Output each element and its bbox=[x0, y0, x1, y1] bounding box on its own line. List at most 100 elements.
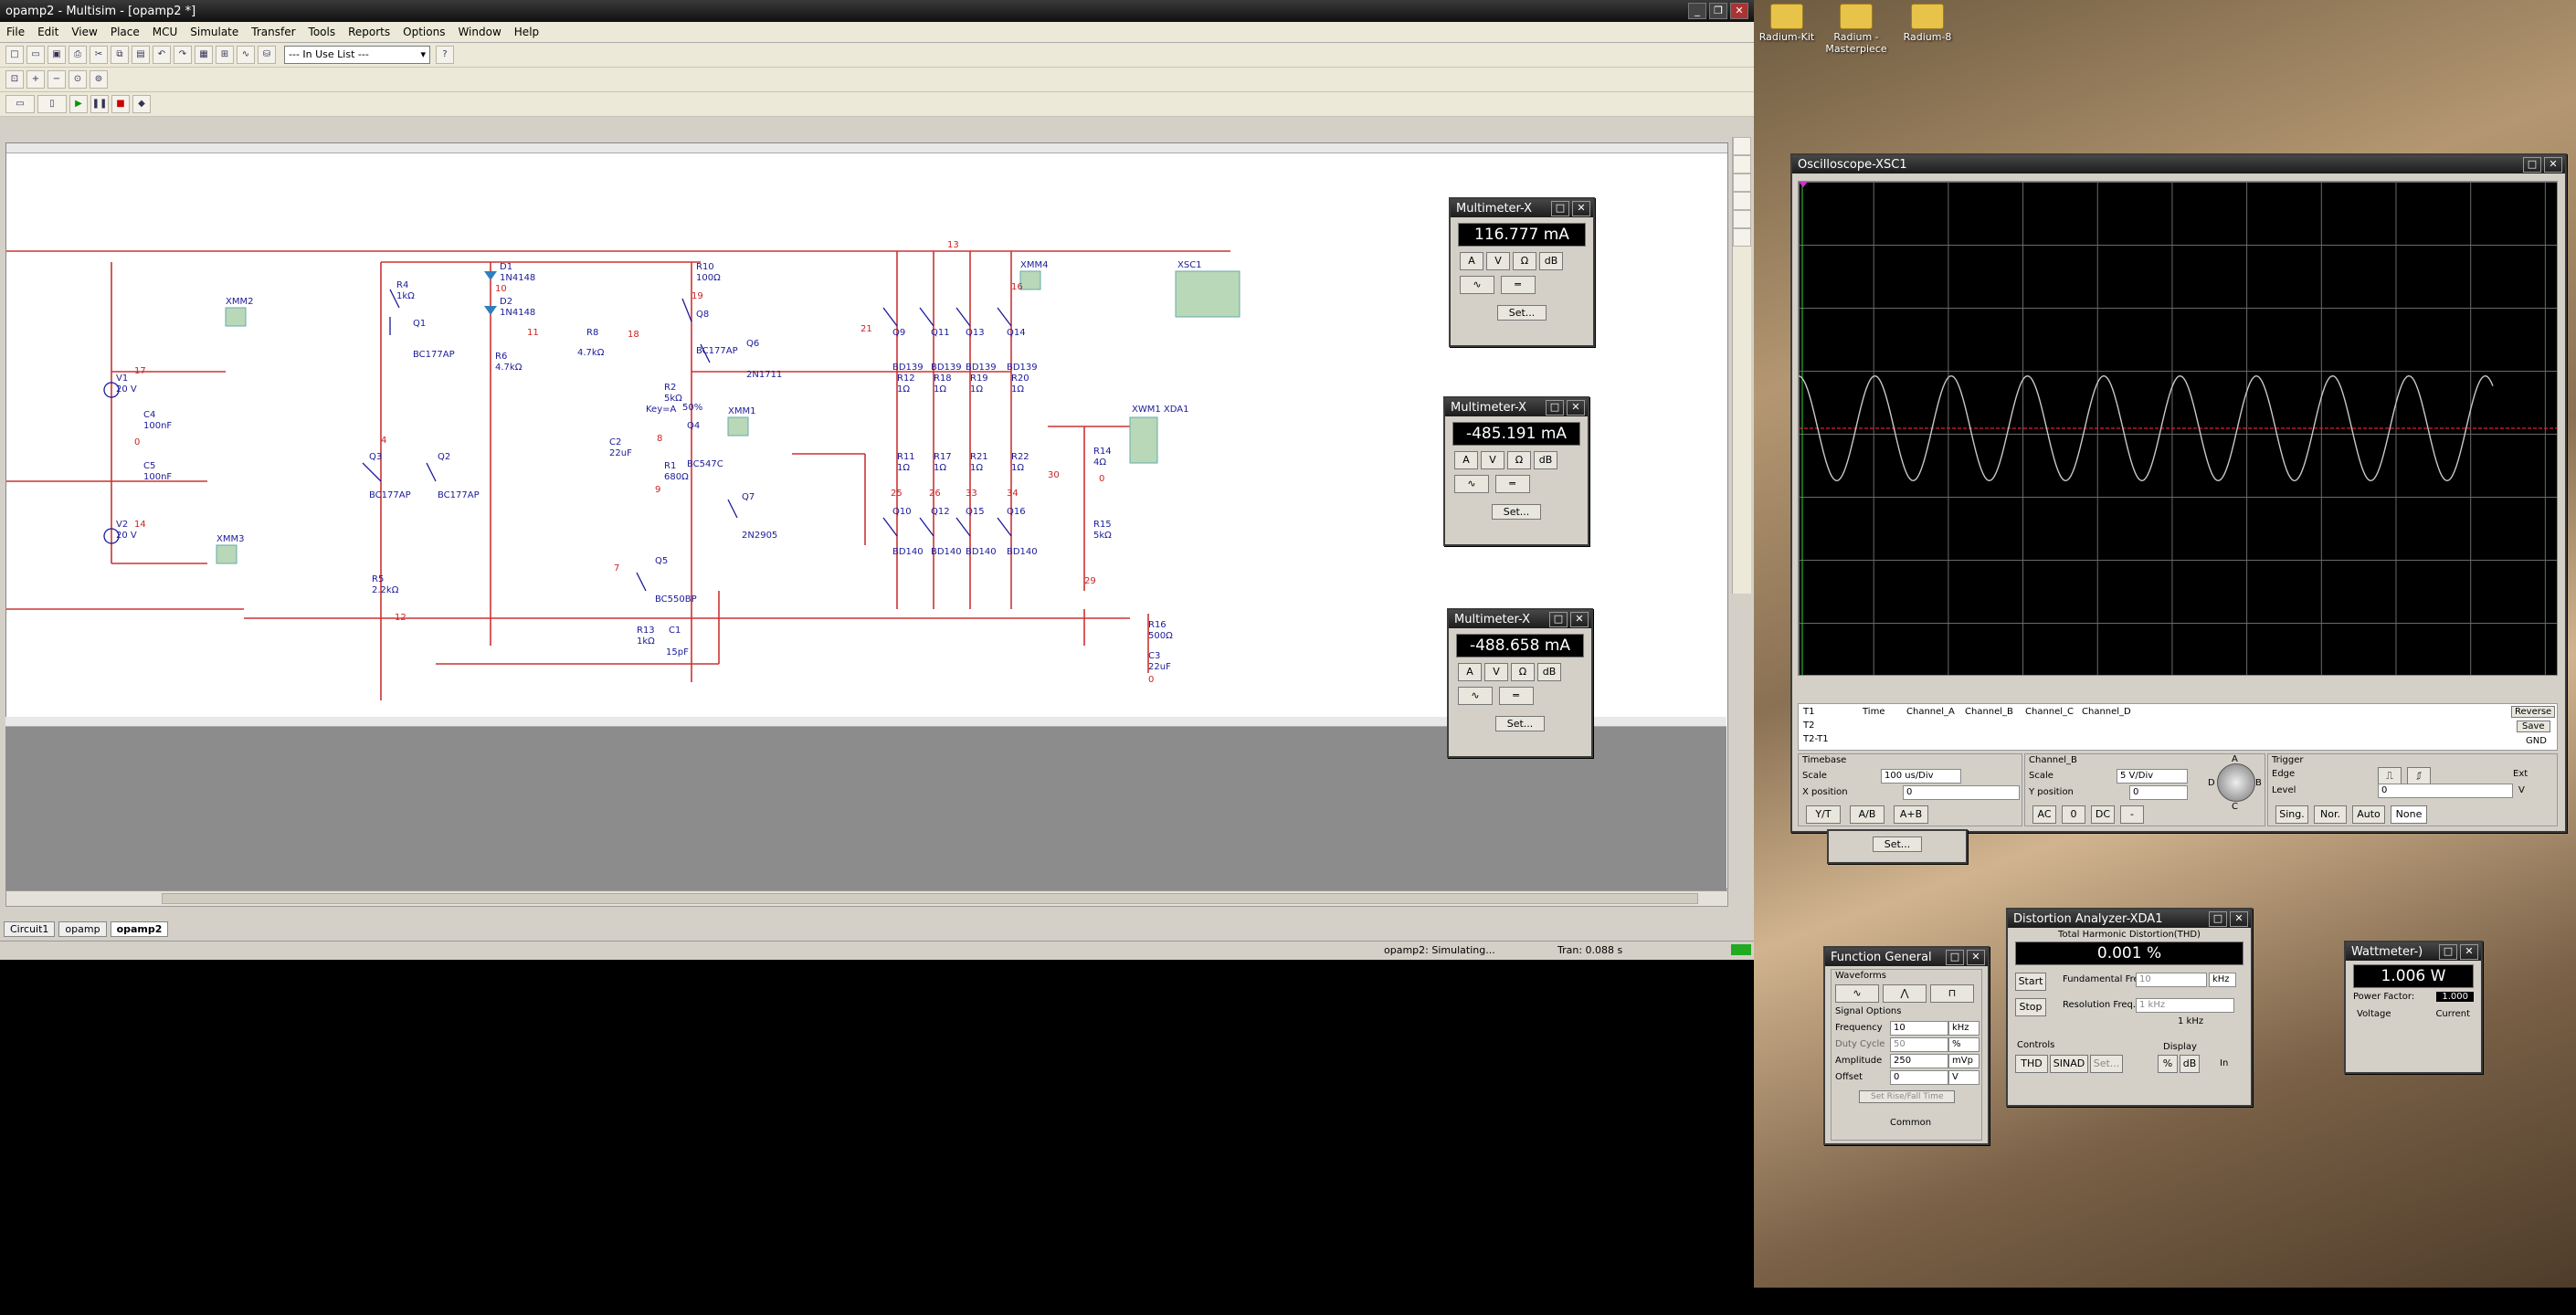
maximize-button[interactable]: □ bbox=[1946, 949, 1964, 965]
multimeter-set-button[interactable]: Set... bbox=[1491, 504, 1542, 520]
zoom-full-icon[interactable]: ⊚ bbox=[90, 70, 108, 89]
thd-mode-button[interactable]: THD bbox=[2015, 1055, 2048, 1073]
close-button[interactable]: ✕ bbox=[1967, 949, 1985, 965]
tab-opamp[interactable]: opamp bbox=[58, 920, 107, 937]
resolution-freq-dropdown[interactable]: 1 kHz bbox=[2136, 998, 2234, 1013]
stop-button[interactable]: Stop bbox=[2015, 998, 2046, 1016]
horizontal-scrollbar[interactable] bbox=[5, 890, 1728, 907]
copy-icon[interactable]: ⧉ bbox=[111, 46, 129, 64]
maximize-button[interactable]: □ bbox=[2209, 910, 2227, 927]
partial-set-button[interactable]: Set... bbox=[1872, 836, 1923, 852]
close-button[interactable]: ✕ bbox=[1572, 200, 1590, 216]
new-icon[interactable]: □ bbox=[5, 46, 24, 64]
dc-mode-button[interactable]: ═ bbox=[1494, 475, 1530, 493]
pause-icon[interactable]: ❚❚ bbox=[90, 95, 109, 113]
yt-mode-button[interactable]: Y/T bbox=[1806, 805, 1841, 824]
paste-icon[interactable]: ▤ bbox=[132, 46, 150, 64]
maximize-button[interactable]: □ bbox=[1546, 399, 1564, 416]
dc-coupling-button[interactable]: DC bbox=[2091, 805, 2115, 824]
undo-icon[interactable]: ↶ bbox=[153, 46, 171, 64]
oscilloscope-instrument-icon[interactable] bbox=[1733, 192, 1751, 210]
save-icon[interactable]: ▣ bbox=[48, 46, 66, 64]
distortion-analyzer-instrument-icon[interactable] bbox=[1733, 228, 1751, 247]
voltmeter-button[interactable]: V bbox=[1484, 663, 1508, 681]
ammeter-button[interactable]: A bbox=[1460, 252, 1483, 270]
fundamental-freq-field[interactable]: 10 bbox=[2136, 973, 2207, 987]
ac-mode-button[interactable]: ∿ bbox=[1458, 687, 1493, 705]
ohmmeter-button[interactable]: Ω bbox=[1513, 252, 1536, 270]
ac-coupling-button[interactable]: AC bbox=[2032, 805, 2056, 824]
db-button[interactable]: dB bbox=[1534, 451, 1557, 469]
zero-coupling-button[interactable]: 0 bbox=[2062, 805, 2085, 824]
none-trigger-button[interactable]: None bbox=[2391, 805, 2427, 824]
menu-window[interactable]: Window bbox=[451, 26, 507, 38]
channel-selector-knob[interactable] bbox=[2217, 763, 2255, 802]
save-button[interactable]: Save bbox=[2517, 721, 2550, 732]
voltmeter-button[interactable]: V bbox=[1486, 252, 1510, 270]
wattmeter-instrument-icon[interactable] bbox=[1733, 174, 1751, 192]
tab-opamp2[interactable]: opamp2 bbox=[110, 920, 169, 937]
menu-file[interactable]: File bbox=[0, 26, 31, 38]
pause-switch-icon[interactable]: ▯ bbox=[37, 95, 67, 113]
sim-switch-icon[interactable]: ▭ bbox=[5, 95, 35, 113]
close-button[interactable]: ✕ bbox=[1567, 399, 1585, 416]
minimize-button[interactable]: _ bbox=[1688, 3, 1706, 19]
sinad-mode-button[interactable]: SINAD bbox=[2050, 1055, 2088, 1073]
start-button[interactable]: Start bbox=[2015, 973, 2046, 991]
bode-plotter-instrument-icon[interactable] bbox=[1733, 210, 1751, 228]
menu-place[interactable]: Place bbox=[104, 26, 146, 38]
db-display-button[interactable]: dB bbox=[2180, 1055, 2200, 1073]
desktop-icon-radium-kit[interactable]: Radium-Kit bbox=[1754, 4, 1823, 43]
scrollbar-thumb[interactable] bbox=[162, 893, 1698, 904]
dc-mode-button[interactable]: ═ bbox=[1498, 687, 1534, 705]
component-icon[interactable]: ⊞ bbox=[216, 46, 234, 64]
channel-scale-field[interactable]: 5 V/Div bbox=[2117, 769, 2188, 784]
desktop-icon-radium-masterpiece[interactable]: Radium - Masterpiece bbox=[1820, 4, 1893, 55]
in-use-list-dropdown[interactable]: --- In Use List --- ▾ bbox=[284, 46, 430, 64]
multimeter-instrument-icon[interactable] bbox=[1733, 137, 1751, 155]
zoom-in-icon[interactable]: + bbox=[26, 70, 45, 89]
oscilloscope-display[interactable] bbox=[1798, 181, 2558, 676]
offset-unit[interactable]: V bbox=[1948, 1070, 1980, 1085]
aplusb-mode-button[interactable]: A+B bbox=[1894, 805, 1928, 824]
duty-cycle-field[interactable]: 50 bbox=[1890, 1037, 1948, 1052]
timebase-xpos-field[interactable]: 0 bbox=[1903, 785, 2020, 800]
single-trigger-button[interactable]: Sing. bbox=[2275, 805, 2308, 824]
desktop-icon-radium-8[interactable]: Radium-8 bbox=[1891, 4, 1964, 43]
help-icon[interactable]: ? bbox=[436, 46, 454, 64]
stop-icon[interactable]: ■ bbox=[111, 95, 130, 113]
frequency-unit[interactable]: kHz bbox=[1948, 1021, 1980, 1036]
voltmeter-button[interactable]: V bbox=[1481, 451, 1504, 469]
menu-view[interactable]: View bbox=[65, 26, 103, 38]
multimeter-set-button[interactable]: Set... bbox=[1496, 305, 1547, 321]
restore-button[interactable]: ❐ bbox=[1709, 3, 1727, 19]
ohmmeter-button[interactable]: Ω bbox=[1511, 663, 1535, 681]
probe-icon[interactable]: ◆ bbox=[132, 95, 151, 113]
reverse-button[interactable]: Reverse bbox=[2511, 706, 2556, 718]
open-icon[interactable]: ▭ bbox=[26, 46, 45, 64]
dc-mode-button[interactable]: ═ bbox=[1500, 276, 1536, 294]
menu-options[interactable]: Options bbox=[396, 26, 451, 38]
maximize-button[interactable]: □ bbox=[1551, 200, 1569, 216]
triangle-wave-icon[interactable]: ⋀ bbox=[1883, 984, 1927, 1003]
zoom-fit-icon[interactable]: ⊙ bbox=[69, 70, 87, 89]
tab-circuit1[interactable]: Circuit1 bbox=[4, 920, 56, 937]
ammeter-button[interactable]: A bbox=[1458, 663, 1482, 681]
cut-icon[interactable]: ✂ bbox=[90, 46, 108, 64]
db-button[interactable]: dB bbox=[1539, 252, 1563, 270]
zoom-out-icon[interactable]: − bbox=[48, 70, 66, 89]
analysis-icon[interactable]: ∿ bbox=[237, 46, 255, 64]
falling-edge-icon[interactable]: ⎎ bbox=[2407, 767, 2431, 785]
database-icon[interactable]: ⛁ bbox=[258, 46, 276, 64]
print-icon[interactable]: ⎙ bbox=[69, 46, 87, 64]
zoom-area-icon[interactable]: ⊡ bbox=[5, 70, 24, 89]
close-button[interactable]: ✕ bbox=[1570, 611, 1589, 627]
invert-button[interactable]: - bbox=[2120, 805, 2144, 824]
grapher-icon[interactable]: ▦ bbox=[195, 46, 213, 64]
ammeter-button[interactable]: A bbox=[1454, 451, 1478, 469]
channel-ypos-field[interactable]: 0 bbox=[2129, 785, 2188, 800]
timebase-scale-field[interactable]: 100 us/Div bbox=[1881, 769, 1961, 784]
close-button[interactable]: ✕ bbox=[2460, 943, 2478, 960]
run-icon[interactable]: ▶ bbox=[69, 95, 88, 113]
close-button[interactable]: ✕ bbox=[2544, 156, 2562, 173]
